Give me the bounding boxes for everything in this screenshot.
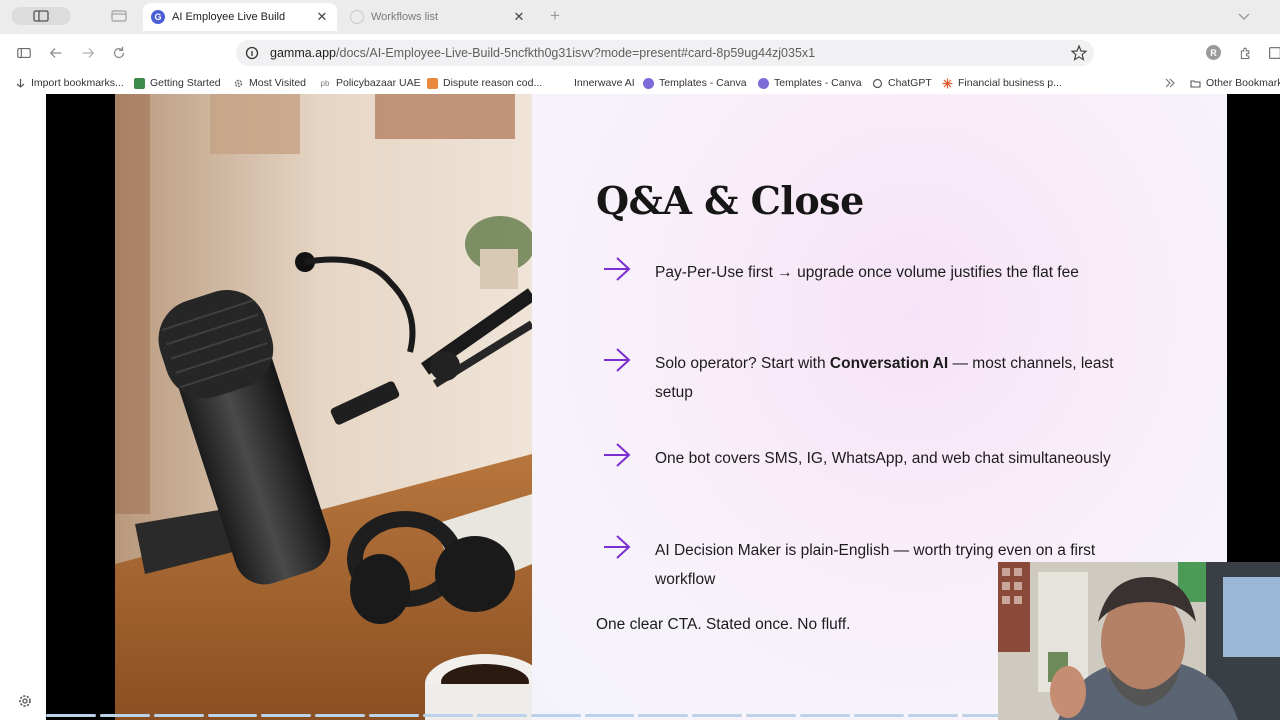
bookmark-label: Most Visited [249, 77, 306, 89]
bookmark-label: Financial business p... [958, 77, 1062, 89]
progress-segment[interactable] [369, 714, 420, 717]
gamma-favicon-icon: G [151, 10, 165, 24]
progress-segment[interactable] [46, 714, 96, 717]
bookmark-label: Import bookmarks... [31, 77, 124, 89]
bookmark-label: Getting Started [150, 77, 221, 89]
bookmark-import[interactable]: Import bookmarks... [15, 76, 124, 90]
settings-gear-icon[interactable] [17, 693, 33, 709]
url-host: gamma.app [270, 46, 337, 60]
progress-segment[interactable] [584, 714, 635, 717]
progress-segment[interactable] [907, 714, 958, 717]
progress-segment[interactable] [530, 714, 581, 717]
progress-segment[interactable] [476, 714, 527, 717]
extensions-icon[interactable] [1236, 44, 1254, 62]
address-bar[interactable]: gamma.app/docs/AI-Employee-Live-Build-5n… [236, 40, 1094, 66]
bookmark-getting-started[interactable]: Getting Started [134, 76, 221, 90]
reload-icon[interactable] [110, 44, 128, 62]
arrow-right-icon [604, 348, 631, 372]
url-path: /docs/AI-Employee-Live-Build-5ncfkth0g31… [336, 46, 816, 60]
bullet-text: Pay-Per-Use first → upgrade once volume … [655, 258, 1155, 287]
bookmark-most-visited[interactable]: Most Visited [233, 76, 306, 90]
canva-icon [643, 77, 654, 89]
bookmark-label: Other Bookmarks [1206, 77, 1280, 89]
close-tab-icon[interactable]: ✕ [315, 10, 329, 24]
workflow-favicon-icon [350, 10, 364, 24]
bookmark-label: Innerwave AI [574, 77, 635, 89]
close-tab-icon[interactable]: ✕ [512, 10, 526, 24]
bookmark-label: Policybazaar UAE [336, 77, 421, 89]
bookmark-label: Templates - Canva [659, 77, 747, 89]
webcam-overlay [998, 562, 1280, 720]
bookmark-star-icon[interactable] [1070, 44, 1088, 62]
bullet-text-part: Solo operator? Start with [655, 355, 830, 372]
slide-image-podcast-microphone [115, 94, 532, 720]
progress-segment[interactable] [207, 714, 258, 717]
progress-segment[interactable] [315, 714, 366, 717]
arrow-right-icon [604, 535, 631, 559]
progress-segment[interactable] [423, 714, 473, 717]
bookmarks-bar: Import bookmarks... Getting Started Most… [0, 72, 1280, 94]
bookmark-chatgpt[interactable]: ChatGPT [872, 76, 932, 90]
folder-icon [1190, 78, 1201, 89]
progress-segment[interactable] [261, 714, 312, 717]
tab-title: Workflows list [371, 11, 439, 23]
bookmark-canva-1[interactable]: Templates - Canva [643, 76, 747, 90]
bullet-text-bold: Conversation AI [829, 355, 949, 372]
bullet-text: Solo operator? Start with Conversation A… [655, 349, 1155, 407]
site-info-icon[interactable] [244, 45, 260, 61]
progress-segment[interactable] [153, 714, 204, 717]
gear-icon [233, 78, 244, 89]
tab-workflows-list[interactable]: Workflows list ✕ [342, 3, 534, 31]
progress-segment[interactable] [853, 714, 904, 717]
policybazaar-icon: pb [320, 78, 330, 88]
arrow-right-icon [604, 257, 631, 281]
tab-groups-icon[interactable] [110, 8, 128, 24]
forward-arrow-icon[interactable] [79, 44, 97, 62]
canva-icon [758, 77, 769, 89]
bookmark-label: Dispute reason cod... [443, 77, 543, 89]
progress-segment[interactable] [692, 714, 743, 717]
bookmark-financial[interactable]: Financial business p... [942, 76, 1062, 90]
back-arrow-icon[interactable] [47, 44, 65, 62]
closing-statement: One clear CTA. Stated once. No fluff. [596, 616, 851, 633]
profile-avatar[interactable]: R [1206, 45, 1221, 60]
bookmark-innerwave[interactable]: Innerwave AI [558, 76, 635, 90]
bookmark-other[interactable]: Other Bookmarks [1190, 76, 1280, 90]
chatgpt-icon [872, 78, 883, 89]
bookmark-dispute[interactable]: Dispute reason cod... [427, 76, 542, 90]
navigation-toolbar: gamma.app/docs/AI-Employee-Live-Build-5n… [0, 34, 1280, 72]
bookmarks-overflow-chevron-icon[interactable] [1164, 76, 1176, 90]
bullet-text-part: One bot covers SMS, IG, WhatsApp, and we… [655, 450, 1111, 467]
getting-started-icon [134, 77, 145, 89]
progress-segment[interactable] [638, 714, 689, 717]
innerwave-icon [558, 78, 569, 89]
sparkle-icon [942, 78, 953, 89]
bookmark-label: ChatGPT [888, 77, 932, 89]
sidebar-panel-icon[interactable] [15, 44, 33, 62]
url-text[interactable]: gamma.app/docs/AI-Employee-Live-Build-5n… [270, 46, 815, 60]
bullet-text-part: Pay-Per-Use first → upgrade once volume … [655, 264, 1079, 281]
new-tab-plus-icon[interactable]: + [546, 7, 564, 25]
bookmark-label: Templates - Canva [774, 77, 862, 89]
slide-title: Q&A & Close [596, 178, 864, 223]
arrow-right-icon [604, 443, 631, 467]
import-arrow-icon [15, 78, 26, 89]
tab-title: AI Employee Live Build [172, 11, 286, 23]
letterbox-left [46, 94, 115, 720]
bullet-text: One bot covers SMS, IG, WhatsApp, and we… [655, 444, 1155, 473]
progress-segment[interactable] [800, 714, 850, 717]
bookmark-policybazaar[interactable]: pb Policybazaar UAE [319, 76, 421, 90]
sidebar-icon [33, 10, 49, 22]
split-view-icon[interactable] [1266, 44, 1280, 62]
bookmark-canva-2[interactable]: Templates - Canva [758, 76, 862, 90]
progress-segment[interactable] [746, 714, 797, 717]
tab-ai-employee-live-build[interactable]: G AI Employee Live Build ✕ [143, 3, 337, 31]
tab-strip: G AI Employee Live Build ✕ Workflows lis… [0, 0, 1280, 34]
sidebar-toggle-button[interactable] [12, 7, 70, 25]
tab-list-chevron-icon[interactable] [1236, 9, 1252, 23]
progress-segment[interactable] [99, 714, 150, 717]
dispute-folder-icon [427, 77, 438, 89]
